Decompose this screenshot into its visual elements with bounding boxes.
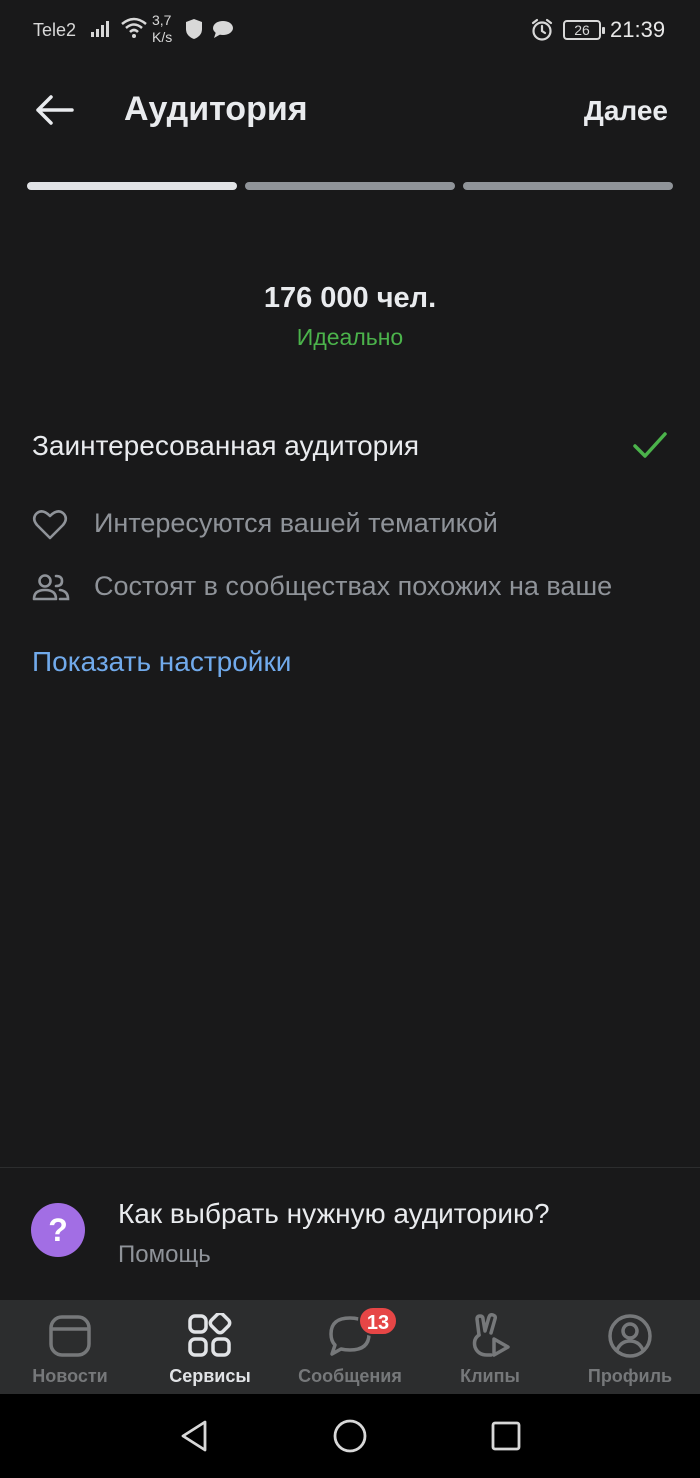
heart-icon bbox=[32, 509, 68, 546]
criteria-item: Интересуются вашей тематикой bbox=[32, 505, 672, 545]
tab-label: Сообщения bbox=[298, 1366, 402, 1386]
nav-home-button[interactable] bbox=[330, 1418, 370, 1458]
criteria-text: Состоят в сообществах похожих на ваше bbox=[94, 571, 613, 601]
tab-messages[interactable]: 13 Сообщения bbox=[280, 1300, 420, 1394]
tab-profile[interactable]: Профиль bbox=[560, 1300, 700, 1394]
users-icon bbox=[32, 572, 70, 609]
question-icon: ? bbox=[31, 1203, 85, 1257]
tab-label: Клипы bbox=[460, 1366, 520, 1386]
triangle-back-icon bbox=[179, 1419, 209, 1458]
page-title: Аудитория bbox=[124, 90, 308, 128]
signal-icon bbox=[90, 18, 114, 43]
nav-recents-button[interactable] bbox=[486, 1418, 526, 1458]
show-settings-link[interactable]: Показать настройки bbox=[32, 646, 291, 678]
profile-icon bbox=[606, 1312, 654, 1360]
network-speed-value: 3,7 bbox=[152, 12, 172, 28]
system-nav-bar bbox=[0, 1394, 700, 1478]
news-icon bbox=[46, 1312, 94, 1360]
nav-back-button[interactable] bbox=[174, 1418, 214, 1458]
carrier-name: Tele2 bbox=[33, 20, 77, 40]
progress-step bbox=[27, 182, 237, 190]
audience-rating: Идеально bbox=[296, 324, 404, 350]
battery-indicator: 26 bbox=[563, 20, 605, 40]
option-label: Заинтересованная аудитория bbox=[32, 430, 420, 461]
progress-step bbox=[245, 182, 455, 190]
network-speed: 3,7 K/s bbox=[152, 12, 172, 46]
shield-icon bbox=[184, 18, 204, 45]
network-speed-unit: K/s bbox=[152, 29, 173, 45]
alarm-icon bbox=[530, 18, 554, 47]
help-item[interactable]: ? Как выбрать нужную аудиторию? Помощь bbox=[0, 1190, 700, 1280]
criteria-text: Интересуются вашей тематикой bbox=[94, 508, 498, 538]
criteria-item: Состоят в сообществах похожих на ваше bbox=[32, 568, 672, 608]
back-button[interactable] bbox=[28, 90, 80, 134]
chat-bubble-icon bbox=[212, 20, 234, 45]
audience-size: 176 000 чел. bbox=[263, 282, 437, 314]
arrow-left-icon bbox=[34, 94, 74, 131]
step-progress bbox=[27, 182, 673, 190]
next-button[interactable]: Далее bbox=[584, 95, 668, 127]
circle-home-icon bbox=[332, 1418, 368, 1459]
check-icon bbox=[632, 430, 668, 467]
tab-label: Новости bbox=[32, 1366, 108, 1386]
divider bbox=[0, 1167, 700, 1168]
interested-audience-option[interactable]: Заинтересованная аудитория bbox=[32, 428, 668, 468]
services-icon bbox=[186, 1312, 234, 1360]
unread-badge: 13 bbox=[358, 1306, 398, 1336]
progress-step bbox=[463, 182, 673, 190]
status-bar: Tele2 3,7 K/s 26 21:39 bbox=[0, 0, 700, 60]
tab-label: Сервисы bbox=[169, 1366, 251, 1386]
header: Аудитория Далее bbox=[0, 70, 700, 154]
tab-label: Профиль bbox=[587, 1366, 673, 1386]
wifi-icon bbox=[120, 16, 148, 45]
help-subtitle: Помощь bbox=[118, 1241, 211, 1268]
clock: 21:39 bbox=[610, 17, 666, 42]
tab-services[interactable]: Сервисы bbox=[140, 1300, 280, 1394]
tab-news[interactable]: Новости bbox=[0, 1300, 140, 1394]
square-recents-icon bbox=[490, 1420, 522, 1457]
tab-clips[interactable]: Клипы bbox=[420, 1300, 560, 1394]
clips-icon bbox=[466, 1312, 514, 1360]
help-title: Как выбрать нужную аудиторию? bbox=[118, 1198, 550, 1229]
tab-bar: Новости Сервисы 13 Сообщения Клипы Профи… bbox=[0, 1300, 700, 1394]
